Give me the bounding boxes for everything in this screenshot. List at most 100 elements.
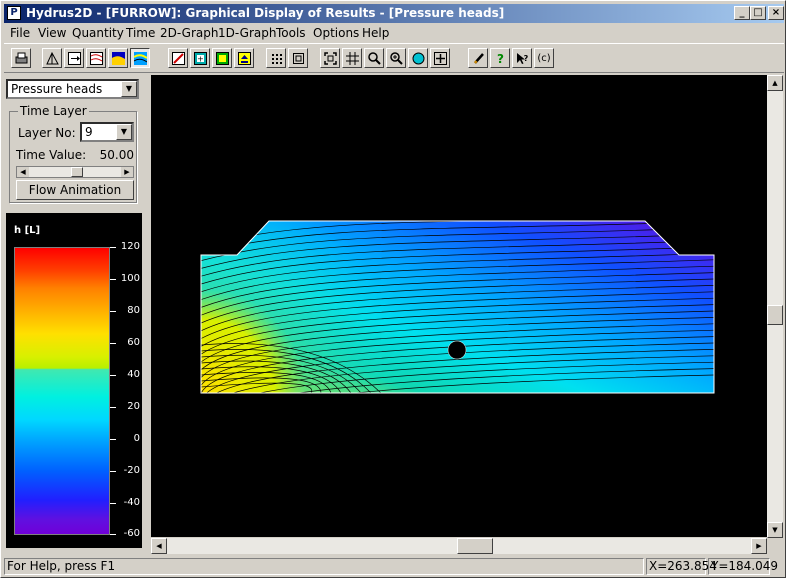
window-title: Hydrus2D - [FURROW]: Graphical Display o… (26, 6, 505, 20)
svg-text:+: + (197, 54, 204, 63)
display-mesh-icon (45, 51, 59, 65)
scroll-right-icon[interactable]: ▶ (751, 538, 767, 554)
time-layer-group: Time Layer Layer No: 9 ▼ Time Value: 50.… (9, 104, 137, 203)
render-button[interactable] (408, 48, 428, 68)
zoom-extents-icon (323, 51, 337, 65)
color-spectrum-icon (133, 51, 147, 65)
maximize-button[interactable]: □ (750, 6, 766, 20)
menu-1d-graph[interactable]: 1D-Graph (218, 26, 276, 40)
export-button[interactable] (234, 48, 254, 68)
whats-this-button[interactable]: ? (512, 48, 532, 68)
slider-right-arrow-icon[interactable]: ▶ (121, 167, 133, 177)
legend-tick (110, 503, 116, 504)
export-icon (237, 51, 251, 65)
horizontal-scrollbar[interactable]: ◀ ▶ (151, 538, 767, 554)
quantity-select[interactable]: Pressure heads ▼ (6, 79, 139, 99)
color-scale-bar (14, 247, 110, 535)
grid-icon (345, 51, 359, 65)
line-edit-button[interactable] (168, 48, 188, 68)
points-button[interactable] (266, 48, 286, 68)
zoom-in-icon (389, 51, 403, 65)
move-button[interactable] (430, 48, 450, 68)
menu-help[interactable]: Help (362, 26, 389, 40)
menu-time[interactable]: Time (126, 26, 155, 40)
points-grid-icon (270, 52, 283, 65)
menu-bar: File View Quantity Time 2D-Graph 1D-Grap… (4, 24, 784, 42)
drip-source-circle (447, 340, 467, 360)
menu-2d-graph[interactable]: 2D-Graph (160, 26, 218, 40)
menu-options[interactable]: Options (313, 26, 359, 40)
scroll-up-icon[interactable]: ▲ (767, 75, 783, 91)
legend-tick-label: 80 (127, 305, 140, 316)
minimize-button[interactable]: _ (734, 6, 750, 20)
scroll-down-icon[interactable]: ▼ (767, 522, 783, 538)
whats-this-icon: ? (516, 52, 529, 65)
time-layer-title: Time Layer (18, 104, 89, 118)
legend-tick (110, 279, 116, 280)
vertical-scroll-thumb[interactable] (767, 305, 783, 325)
menu-tools[interactable]: Tools (276, 26, 306, 40)
color-contour-icon (111, 51, 125, 65)
zoom-button[interactable] (364, 48, 384, 68)
zoom-in-button[interactable] (386, 48, 406, 68)
slider-thumb[interactable] (71, 167, 83, 177)
insert-button[interactable] (212, 48, 232, 68)
isolines-button[interactable] (86, 48, 106, 68)
time-slider[interactable]: ◀ ▶ (16, 166, 134, 178)
color-legend: h [L] 120 100 80 60 40 20 0 -20 -40 -60 (6, 213, 142, 548)
status-x-coordinate: X=263.854 (646, 558, 717, 575)
add-node-icon: + (193, 51, 207, 65)
time-value-label: Time Value: (16, 148, 87, 162)
color-spectrum-button[interactable] (130, 48, 150, 68)
menu-file[interactable]: File (10, 26, 30, 40)
legend-tick (110, 471, 116, 472)
status-bar: For Help, press F1 X=263.854 Y=184.049 (4, 557, 784, 576)
scroll-left-icon[interactable]: ◀ (151, 538, 167, 554)
pressure-head-plot (200, 220, 715, 394)
color-isolines-button[interactable] (108, 48, 128, 68)
grid-button[interactable] (342, 48, 362, 68)
application-window: P Hydrus2D - [FURROW]: Graphical Display… (0, 0, 786, 578)
help-button[interactable]: ? (490, 48, 510, 68)
flow-animation-button[interactable]: Flow Animation (16, 180, 134, 200)
legend-tick-label: -60 (123, 528, 140, 539)
title-bar: P Hydrus2D - [FURROW]: Graphical Display… (4, 4, 784, 23)
menu-quantity[interactable]: Quantity (72, 26, 124, 40)
edit-button[interactable] (468, 48, 488, 68)
legend-tick-label: -20 (123, 465, 140, 476)
legend-tick (110, 375, 116, 376)
time-value: 50.00 (99, 148, 134, 162)
frame-button[interactable] (288, 48, 308, 68)
plot-fill (201, 221, 714, 393)
layer-no-select[interactable]: 9 ▼ (80, 122, 134, 142)
vectors-button[interactable] (64, 48, 84, 68)
legend-tick (110, 439, 116, 440)
display-options-panel: Pressure heads ▼ Time Layer Layer No: 9 … (6, 75, 148, 553)
zoom-extents-button[interactable] (320, 48, 340, 68)
vertical-scrollbar[interactable]: ▲ ▼ (767, 75, 783, 538)
menu-view[interactable]: View (38, 26, 66, 40)
status-help-text: For Help, press F1 (4, 558, 644, 575)
chevron-down-icon[interactable]: ▼ (116, 124, 132, 140)
app-icon[interactable]: P (7, 6, 21, 20)
add-node-button[interactable]: + (190, 48, 210, 68)
line-edit-icon (171, 51, 185, 65)
status-y-coordinate: Y=184.049 (708, 558, 778, 575)
check-box-icon (292, 52, 305, 65)
legend-tick (110, 407, 116, 408)
zoom-icon (367, 51, 381, 65)
print-button[interactable] (11, 48, 31, 68)
legend-tick-label: 100 (120, 273, 140, 284)
svg-text:?: ? (497, 52, 504, 65)
horizontal-scroll-thumb[interactable] (457, 538, 493, 554)
chevron-down-icon[interactable]: ▼ (121, 81, 137, 97)
printer-icon (15, 52, 28, 65)
graphics-view[interactable] (151, 75, 767, 537)
close-button[interactable]: × (768, 6, 784, 20)
about-button[interactable]: (c) (534, 48, 554, 68)
legend-title: h [L] (14, 225, 41, 236)
quantity-select-value: Pressure heads (11, 82, 103, 96)
slider-left-arrow-icon[interactable]: ◀ (17, 167, 29, 177)
help-icon: ? (494, 52, 507, 65)
mesh-button[interactable] (42, 48, 62, 68)
